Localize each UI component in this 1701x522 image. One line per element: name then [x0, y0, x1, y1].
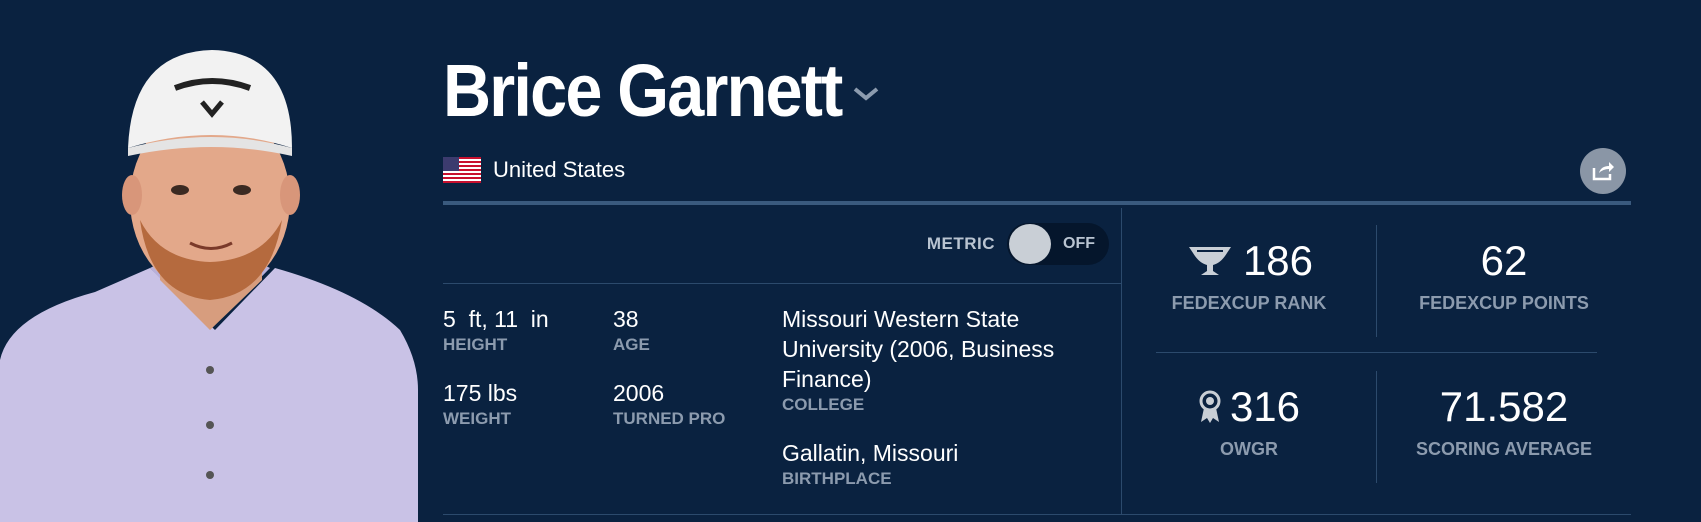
chevron-down-icon[interactable] — [852, 86, 880, 102]
weight-label: WEIGHT — [443, 409, 511, 428]
share-button[interactable] — [1580, 148, 1626, 194]
fedexcup-points-cell: 62 FEDEXCUP POINTS — [1377, 235, 1631, 314]
player-headshot-image — [0, 50, 418, 522]
college-stat: Missouri Western State University (2006,… — [782, 304, 1112, 416]
weight-stat: 175 lbs WEIGHT — [443, 378, 517, 430]
owgr-cell: 316 OWGR — [1122, 381, 1376, 460]
college-value-line3: Finance) — [782, 366, 872, 392]
bio-panel: METRIC OFF 5 ft, 11 in HEIGHT 38 AGE 175… — [443, 205, 1121, 515]
us-flag-icon — [443, 157, 481, 183]
age-label: AGE — [613, 335, 650, 354]
fedexcup-rank-cell: 186 FEDEXCUP RANK — [1122, 235, 1376, 314]
fedexcup-points-label: FEDEXCUP POINTS — [1419, 293, 1589, 313]
player-headshot — [0, 30, 418, 522]
player-name: Brice Garnett — [443, 49, 843, 132]
college-value-line2: University (2006, Business — [782, 336, 1055, 362]
fedexcup-rank-label: FEDEXCUP RANK — [1171, 293, 1327, 313]
turned-pro-label: TURNED PRO — [613, 409, 726, 428]
scoring-average-cell: 71.582 SCORING AVERAGE — [1377, 381, 1631, 460]
age-stat: 38 AGE — [613, 304, 650, 356]
country-label: United States — [493, 157, 626, 182]
fedexcup-points-value: 62 — [1480, 237, 1528, 284]
turned-pro-value: 2006 — [613, 380, 665, 406]
turned-pro-stat: 2006 TURNED PRO — [613, 378, 725, 430]
scoring-average-value: 71.582 — [1439, 383, 1569, 430]
metric-toggle[interactable]: OFF — [1007, 223, 1109, 265]
trophy-icon — [1188, 247, 1231, 275]
birthplace-label: BIRTHPLACE — [782, 469, 892, 488]
fedexcup-rank-value: 186 — [1242, 237, 1314, 284]
age-value: 38 — [613, 306, 639, 332]
college-value-line1: Missouri Western State — [782, 306, 1020, 332]
height-stat: 5 ft, 11 in HEIGHT — [443, 304, 549, 356]
toggle-state: OFF — [1063, 235, 1095, 252]
bio-divider — [443, 283, 1121, 284]
stats-divider-h — [1156, 352, 1597, 353]
weight-value: 175 lbs — [443, 380, 518, 406]
metric-toggle-row: METRIC OFF — [927, 223, 1109, 265]
birthplace-stat: Gallatin, Missouri BIRTHPLACE — [782, 438, 958, 490]
metric-label: METRIC — [926, 234, 995, 253]
college-label: COLLEGE — [782, 395, 865, 414]
height-value: 5 ft, 11 in — [443, 306, 549, 332]
country-row: United States — [443, 157, 625, 183]
scoring-average-label: SCORING AVERAGE — [1415, 439, 1593, 459]
owgr-label: OWGR — [1220, 439, 1278, 459]
toggle-knob — [1009, 224, 1051, 264]
share-icon — [1592, 162, 1614, 181]
award-ribbon-icon — [1199, 390, 1221, 423]
stats-panel: 186 FEDEXCUP RANK 62 FEDEXCUP POINTS 316… — [1122, 205, 1631, 515]
birthplace-value: Gallatin, Missouri — [782, 440, 959, 466]
bottom-divider — [443, 514, 1631, 515]
height-label: HEIGHT — [443, 335, 508, 354]
owgr-value: 316 — [1229, 383, 1301, 430]
